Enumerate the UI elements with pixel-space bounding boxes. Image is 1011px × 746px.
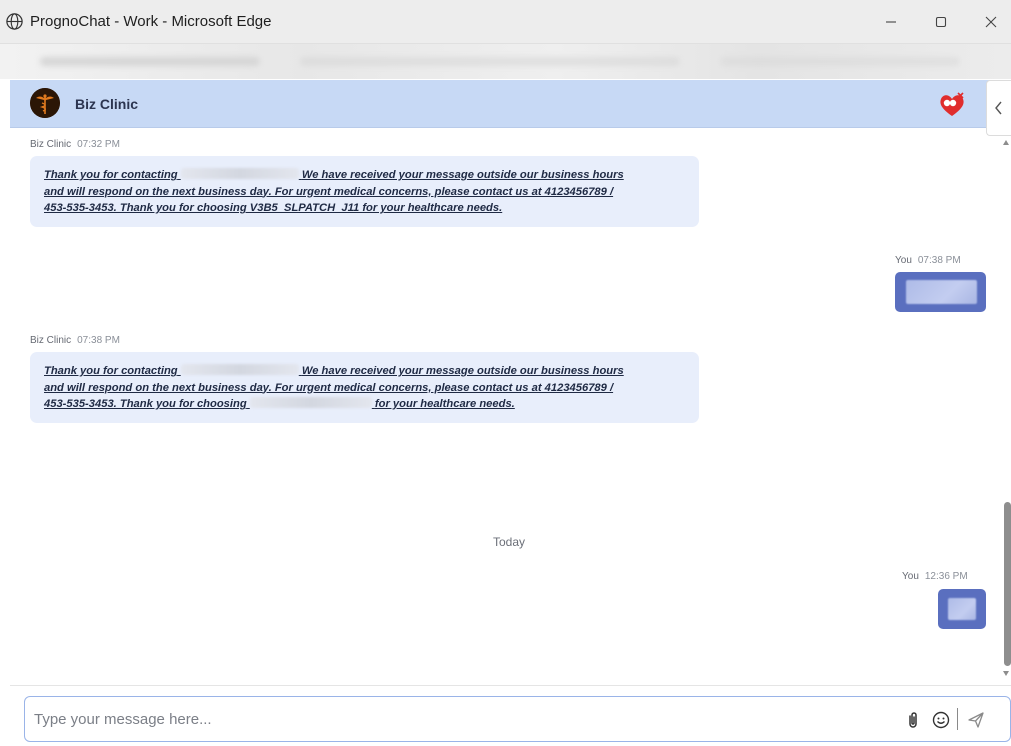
redacted-text xyxy=(906,280,977,304)
message-text: Thank you for contacting xyxy=(44,169,178,181)
collapse-panel-button[interactable] xyxy=(986,80,1011,136)
globe-icon xyxy=(6,13,23,30)
outgoing-message-bubble xyxy=(938,589,986,629)
composer-separator xyxy=(957,708,958,730)
sender-name: You xyxy=(902,571,919,582)
message-meta: You 12:36 PM xyxy=(902,571,968,582)
paperclip-icon xyxy=(909,712,917,728)
minimize-button[interactable] xyxy=(871,8,911,36)
message-line: Thank you for contacting We have receive… xyxy=(44,167,685,184)
scroll-down-arrow-icon[interactable] xyxy=(1003,671,1009,676)
message-text: Thank you for contacting xyxy=(44,365,178,377)
address-bar[interactable] xyxy=(0,44,1011,79)
message-line: 453-535-3453. Thank you for choosing for… xyxy=(44,396,685,413)
message-time: 07:38 PM xyxy=(77,335,120,346)
chevron-left-icon xyxy=(995,101,1002,115)
chat-header: Biz Clinic xyxy=(10,80,1010,128)
message-text: We have received your message outside ou… xyxy=(301,365,624,377)
date-divider: Today xyxy=(492,535,526,549)
maximize-button[interactable] xyxy=(921,8,961,36)
close-icon xyxy=(985,16,997,28)
incoming-message-bubble: Thank you for contacting We have receive… xyxy=(30,352,699,423)
redacted-text xyxy=(180,364,299,375)
message-time: 12:36 PM xyxy=(924,571,968,582)
redacted-text xyxy=(249,397,372,408)
scroll-up-arrow-icon[interactable] xyxy=(1003,140,1009,145)
close-window-button[interactable] xyxy=(971,8,1011,36)
message-line: and will respond on the next business da… xyxy=(44,185,614,198)
sender-name: You xyxy=(895,255,912,266)
window-title-bar: PrognoChat - Work - Microsoft Edge xyxy=(0,0,1011,44)
window-title: PrognoChat - Work - Microsoft Edge xyxy=(30,13,272,30)
message-text: 453-535-3453. Thank you for choosing xyxy=(44,398,247,410)
sender-name: Biz Clinic xyxy=(30,335,72,346)
redacted-url xyxy=(300,57,680,66)
sender-name: Biz Clinic xyxy=(30,139,72,150)
send-button[interactable] xyxy=(965,709,987,731)
maximize-icon xyxy=(935,16,947,28)
scrollbar-thumb[interactable] xyxy=(1004,502,1011,666)
redacted-url xyxy=(720,57,960,66)
minimize-icon xyxy=(886,21,896,23)
emoji-button[interactable] xyxy=(930,709,952,731)
redacted-text xyxy=(948,598,976,620)
send-icon xyxy=(968,712,984,728)
outgoing-message-bubble xyxy=(895,272,986,312)
message-list[interactable]: Biz Clinic 07:32 PM Thank you for contact… xyxy=(10,128,1008,685)
end-chat-heart-icon[interactable] xyxy=(938,92,966,118)
smiley-icon xyxy=(932,711,950,729)
message-line: 453-535-3453. Thank you for choosing V3B… xyxy=(44,202,503,214)
contact-name: Biz Clinic xyxy=(75,96,139,112)
clinic-avatar xyxy=(30,88,60,118)
attach-button[interactable] xyxy=(902,709,924,731)
message-meta: Biz Clinic 07:32 PM xyxy=(30,139,120,150)
message-line: and will respond on the next business da… xyxy=(44,381,614,394)
message-time: 07:38 PM xyxy=(917,255,961,266)
message-time: 07:32 PM xyxy=(77,139,120,150)
caduceus-icon xyxy=(30,88,60,118)
redacted-text xyxy=(180,168,299,179)
message-text: for your healthcare needs. xyxy=(374,398,515,410)
message-text: We have received your message outside ou… xyxy=(301,169,624,181)
message-meta: You 07:38 PM xyxy=(895,255,961,266)
message-input[interactable] xyxy=(34,708,854,730)
message-line: Thank you for contacting We have receive… xyxy=(44,363,685,380)
redacted-url xyxy=(40,57,260,66)
incoming-message-bubble: Thank you for contacting We have receive… xyxy=(30,156,699,227)
message-meta: Biz Clinic 07:38 PM xyxy=(30,335,120,346)
message-composer xyxy=(24,696,1011,742)
